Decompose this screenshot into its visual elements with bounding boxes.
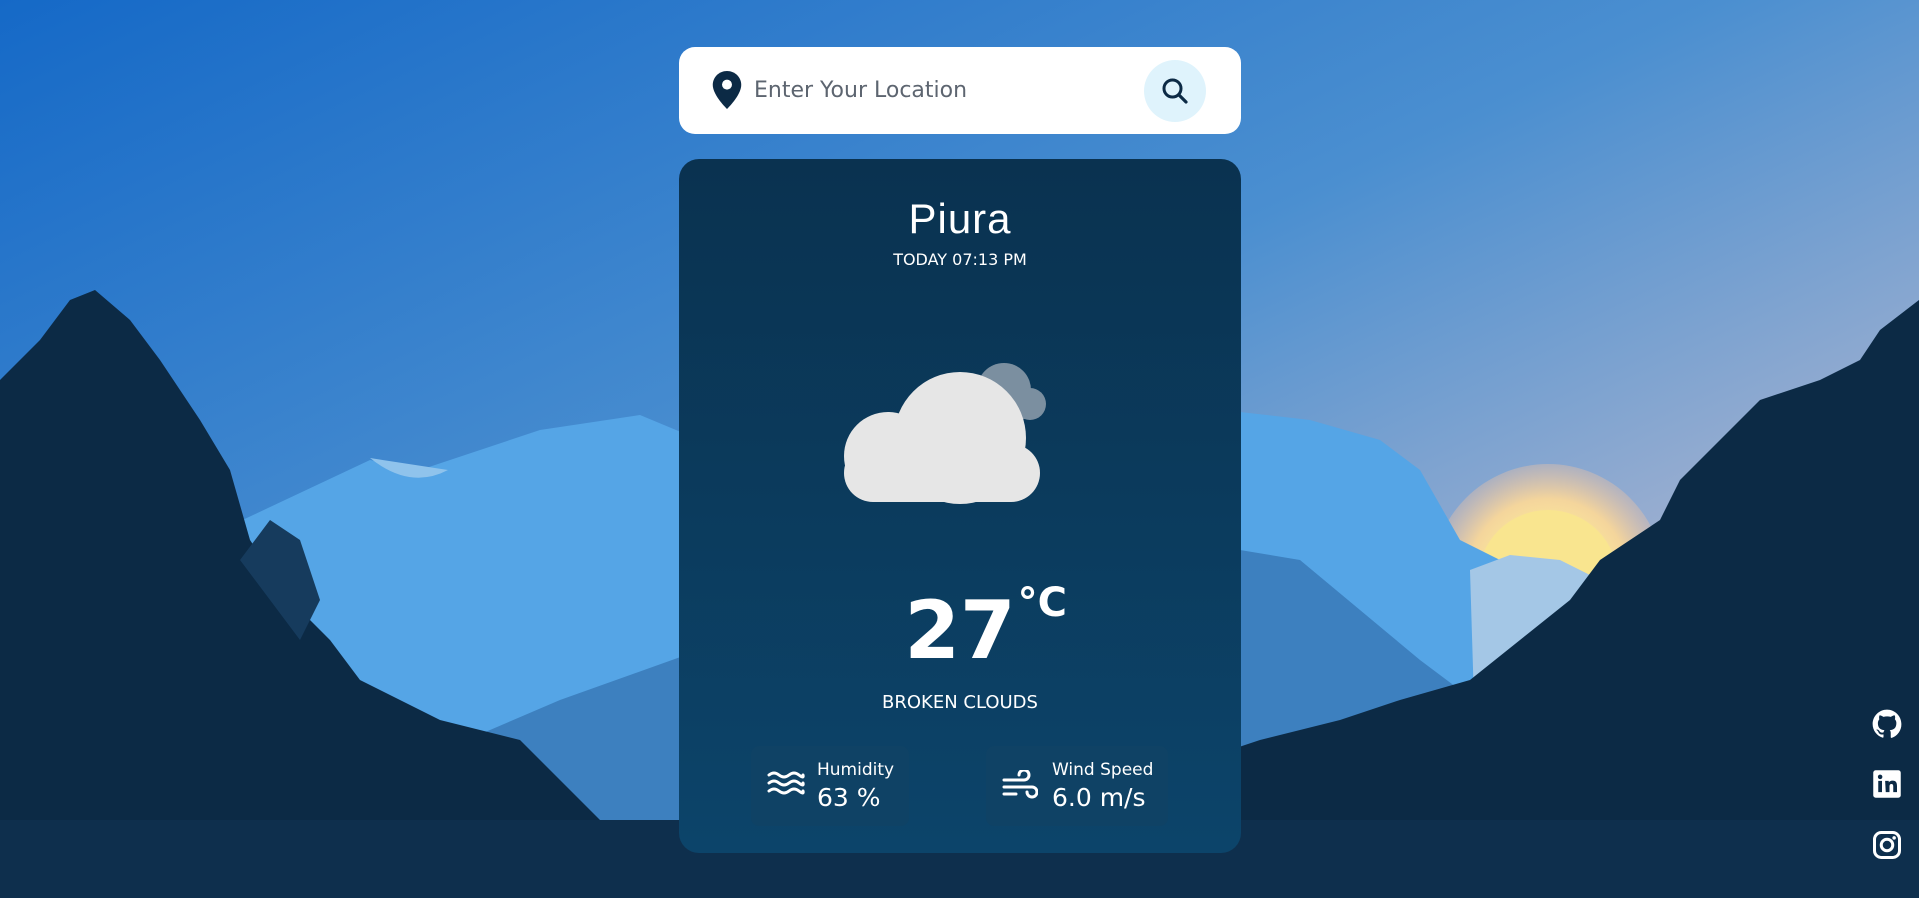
humidity-label: Humidity [817,760,895,780]
date-time: TODAY 07:13 PM [893,250,1027,269]
humidity-box: Humidity 63 % [751,746,909,826]
wind-speed-box: Wind Speed 6.0 m/s [986,746,1168,826]
location-pin-icon [712,71,742,109]
wind-speed-value: 6.0 m/s [1052,783,1146,812]
search-button[interactable] [1144,60,1206,122]
humidity-value: 63 % [817,783,881,812]
temperature-value: 27 °C [904,583,1067,671]
temperature-unit: °C [1017,580,1068,626]
location-search-input[interactable] [754,67,1154,113]
city-name: Piura [908,195,1012,242]
temperature-block: 27 °C [679,583,1241,671]
temperature-number: 27 [904,584,1016,677]
wind-icon [1002,770,1038,799]
wind-speed-label: Wind Speed [1052,760,1154,780]
weather-condition: BROKEN CLOUDS [882,692,1038,713]
broken-clouds-icon [844,363,1046,504]
github-icon[interactable] [1872,709,1902,739]
weather-card: Piura TODAY 07:13 PM 27 °C BROKEN CLOUDS … [679,159,1241,853]
waves-icon [767,771,805,795]
search-icon [1162,78,1188,104]
search-bar [679,47,1241,134]
linkedin-icon[interactable] [1872,769,1902,799]
instagram-icon[interactable] [1872,830,1902,860]
